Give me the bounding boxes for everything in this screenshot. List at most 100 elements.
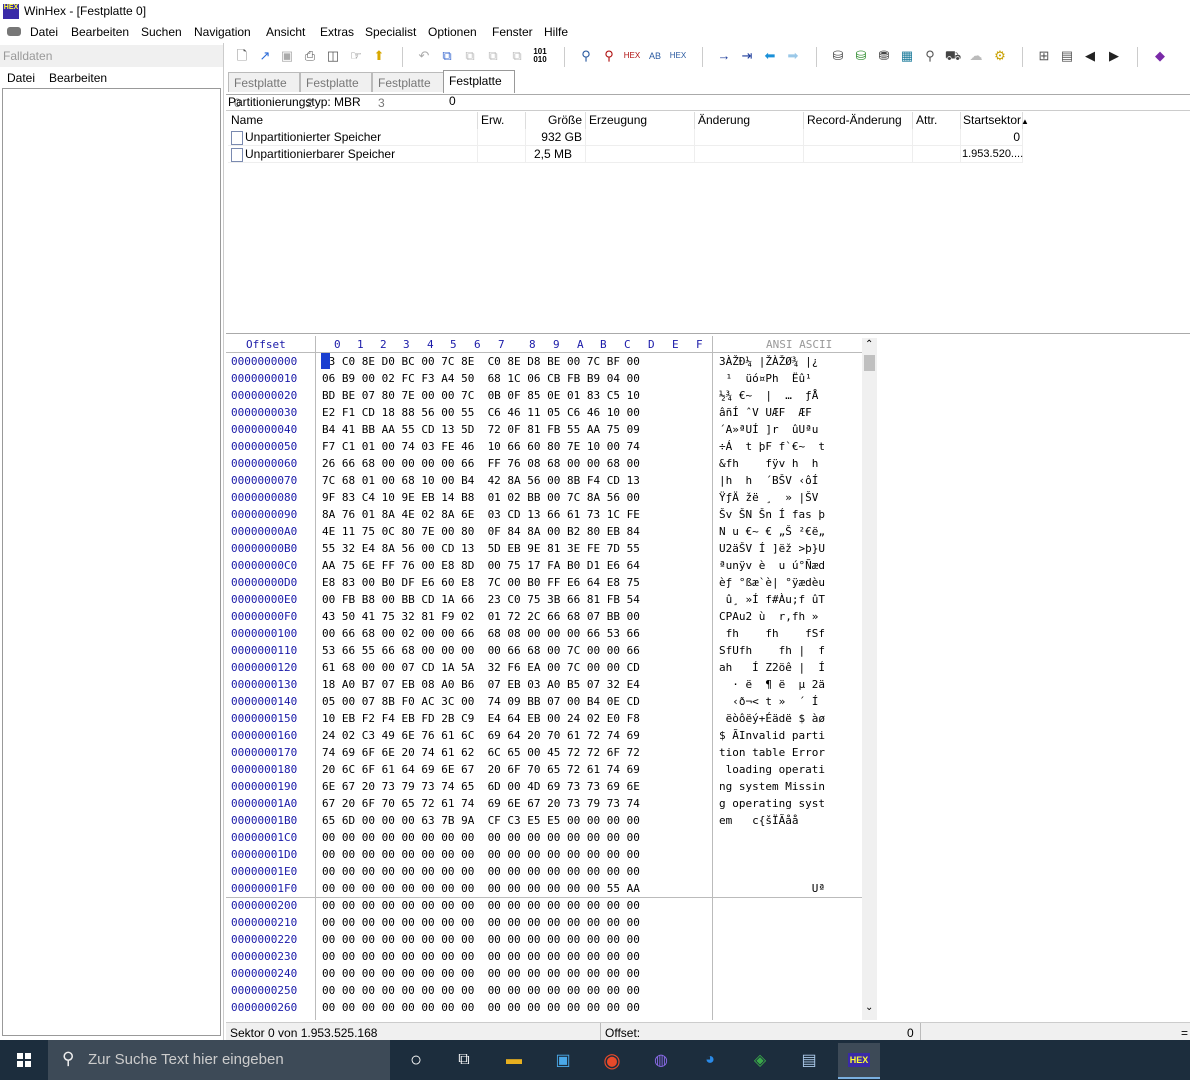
taskbar-search[interactable]: ⚲ Zur Suche Text hier eingeben [48,1040,390,1080]
replace-text-icon[interactable]: AB [647,48,663,64]
hex-editor[interactable]: Offset 0 1 2 3 4 5 6 7 8 9 A B C D E F ANSI ASCII 00000… [226,336,880,1020]
menu-navigation[interactable]: Navigation [194,25,251,39]
col-start-sector[interactable]: Startsektor▲ [961,112,1029,129]
row-ascii[interactable]: fh fh fSf [719,625,825,642]
row-hex-bytes[interactable]: 18 A0 B7 07 EB 08 A0 B6 07 EB 03 A0 B5 0… [322,676,640,693]
row-ascii[interactable]: Uª [719,880,825,897]
row-ascii[interactable]: ëòôëý+Éädë $ àø [719,710,825,727]
row-ascii[interactable]: · ë ¶ ë µ 2ä [719,676,825,693]
row-hex-bytes[interactable]: 00 00 00 00 00 00 00 00 00 00 00 00 00 0… [322,965,640,982]
hash-icon[interactable]: ☁ [968,48,984,64]
row-ascii[interactable]: 3ÀŽĐ¼ |ŽÀŽØ¾ |¿ [719,353,818,370]
menu-ansicht[interactable]: Ansicht [266,25,305,39]
row-ascii[interactable]: ½¾ €~ | … ƒÅ [719,387,818,404]
find-text-icon[interactable]: ⚲ [578,48,594,64]
goto-offset-icon[interactable]: → [716,48,732,64]
row-hex-bytes[interactable]: 26 66 68 00 00 00 00 66 FF 76 08 68 00 0… [322,455,640,472]
find-hex-icon[interactable]: ⚲ [601,48,617,64]
row-ascii[interactable]: loading operati [719,761,825,778]
paste-special-icon[interactable]: ⧉ [509,48,525,64]
row-ascii[interactable]: ng system Missin [719,778,825,795]
undo-icon[interactable]: ↶ [416,48,432,64]
discord-icon[interactable]: ◍ [647,1046,675,1074]
grid-icon[interactable]: ▤ [1059,48,1075,64]
row-hex-bytes[interactable]: BD BE 07 80 7E 00 00 7C 0B 0F 85 0E 01 8… [322,387,640,404]
row-hex-bytes[interactable]: 55 32 E4 8A 56 00 CD 13 5D EB 9E 81 3E F… [322,540,640,557]
row-hex-bytes[interactable]: 00 00 00 00 00 00 00 00 00 00 00 00 00 0… [322,931,640,948]
task-view-icon[interactable]: ⧉ [450,1046,478,1074]
row-hex-bytes[interactable]: 00 00 00 00 00 00 00 00 00 00 00 00 00 0… [322,982,640,999]
row-ascii[interactable]: Šv ŠN Šn Í fas þ [719,506,825,523]
col-ext[interactable]: Erw. [478,112,526,129]
row-ascii[interactable]: |h h ´BŠV ‹ôÍ [719,472,818,489]
row-ascii[interactable]: tion table Error [719,744,825,761]
col-modified[interactable]: Änderung [695,112,804,129]
menu-extras[interactable]: Extras [320,25,354,39]
disk-icon[interactable]: ⛁ [830,48,846,64]
row-hex-bytes[interactable]: E2 F1 CD 18 88 56 00 55 C6 46 11 05 C6 4… [322,404,640,421]
row-ascii[interactable]: SfUfh fh | f [719,642,825,659]
row-hex-bytes[interactable]: 05 00 07 8B F0 AC 3C 00 74 09 BB 07 00 B… [322,693,640,710]
row-hex-bytes[interactable]: 00 00 00 00 00 00 00 00 00 00 00 00 00 0… [322,999,640,1016]
prev-icon[interactable]: ◀ [1082,48,1098,64]
disk-open-icon[interactable]: ⛁ [853,48,869,64]
row-hex-bytes[interactable]: 4E 11 75 0C 80 7E 00 80 0F 84 8A 00 B2 8… [322,523,640,540]
row-hex-bytes[interactable]: 20 6C 6F 61 64 69 6E 67 20 6F 70 65 72 6… [322,761,640,778]
network-tool-icon[interactable]: ◈ [746,1046,774,1074]
row-ascii[interactable]: ŸƒÄ žë ¸ » |ŠV [719,489,818,506]
replace-hex2-icon[interactable]: HEX [670,48,686,64]
winhex-taskbar-icon[interactable]: HEX [838,1043,880,1079]
row-hex-bytes[interactable]: 00 00 00 00 00 00 00 00 00 00 00 00 00 0… [322,948,640,965]
forward-icon[interactable]: ➡ [785,48,801,64]
tab-festplatte-2[interactable]: Festplatte 2 [300,72,372,110]
back-icon[interactable]: ⬅ [762,48,778,64]
row-hex-bytes[interactable]: 67 20 6F 70 65 72 61 74 69 6E 67 20 73 7… [322,795,640,812]
app-icon[interactable]: ◕ [696,1046,724,1074]
cortana-icon[interactable]: ○ [402,1046,430,1074]
replace-hex-icon[interactable]: HEX [624,48,640,64]
row-hex-bytes[interactable]: 6E 67 20 73 79 73 74 65 6D 00 4D 69 73 7… [322,778,640,795]
copy-icon[interactable]: ⧉ [439,48,455,64]
binary-icon[interactable]: 101 010 [532,48,548,64]
row-ascii[interactable]: ah Í Z2öê | Í [719,659,825,676]
menu-specialist[interactable]: Specialist [365,25,416,39]
menu-datei[interactable]: Datei [30,25,58,39]
hex-scrollbar[interactable]: ⌃ ⌄ [862,338,877,1020]
ram-icon[interactable]: ⛃ [876,48,892,64]
start-button[interactable] [0,1040,48,1080]
tab-festplatte-0-active[interactable]: Festplatte 0 [443,70,515,108]
drive-icon[interactable] [7,27,21,36]
scroll-down-icon[interactable]: ⌄ [865,1002,873,1013]
col-attr[interactable]: Attr. [913,112,961,129]
new-file-icon[interactable]: 🗋 [234,48,250,64]
menu-optionen[interactable]: Optionen [428,25,477,39]
menu-bearbeiten[interactable]: Bearbeiten [71,25,129,39]
row-hex-bytes[interactable]: AA 75 6E FF 76 00 E8 8D 00 75 17 FA B0 D… [322,557,640,574]
row-hex-bytes[interactable]: 00 00 00 00 00 00 00 00 00 00 00 00 00 0… [322,880,640,897]
row-ascii[interactable]: U2äŠV Í ]ëž >þ}U [719,540,825,557]
row-hex-bytes[interactable]: 53 66 55 66 68 00 00 00 00 66 68 00 7C 0… [322,642,640,659]
row-hex-bytes[interactable]: B4 41 BB AA 55 CD 13 5D 72 0F 81 FB 55 A… [322,421,640,438]
row-ascii[interactable]: em c{šÏÃåå [719,812,798,829]
row-ascii[interactable]: ÷Á t þF f`€~ t [719,438,825,455]
row-hex-bytes[interactable]: 65 6D 00 00 00 63 7B 9A CF C3 E5 E5 00 0… [322,812,640,829]
menu-suchen[interactable]: Suchen [141,25,182,39]
col-size[interactable]: Größe [526,112,586,129]
open-icon[interactable]: ↗ [257,48,273,64]
row-ascii[interactable]: ‹ð¬< t » ´ Í [719,693,818,710]
row-hex-bytes[interactable]: 06 B9 00 02 FC F3 A4 50 68 1C 06 CB FB B… [322,370,640,387]
row-ascii[interactable]: èƒ °ßæ`è| °ÿædèu [719,574,825,591]
tab-festplatte-0[interactable]: Festplatte 0 [228,72,300,110]
col-name[interactable]: Name [228,112,478,129]
help-book-icon[interactable]: ◆ [1152,48,1168,64]
row-hex-bytes[interactable]: 74 69 6F 6E 20 74 61 62 6C 65 00 45 72 7… [322,744,640,761]
row-hex-bytes[interactable]: 24 02 C3 49 6E 76 61 6C 69 64 20 70 61 7… [322,727,640,744]
export-icon[interactable]: ⬆ [371,48,387,64]
row-hex-bytes[interactable]: 7C 68 01 00 68 10 00 B4 42 8A 56 00 8B F… [322,472,640,489]
row-hex-bytes[interactable]: E8 83 00 B0 DF E6 60 E8 7C 00 B0 FF E6 6… [322,574,640,591]
store-icon[interactable]: ▣ [549,1046,577,1074]
row-hex-bytes[interactable]: 00 00 00 00 00 00 00 00 00 00 00 00 00 0… [322,846,640,863]
drive-tool-icon[interactable]: ▤ [795,1046,823,1074]
case-menu-bearbeiten[interactable]: Bearbeiten [49,71,107,85]
row-hex-bytes[interactable]: 8A 76 01 8A 4E 02 8A 6E 03 CD 13 66 61 7… [322,506,640,523]
